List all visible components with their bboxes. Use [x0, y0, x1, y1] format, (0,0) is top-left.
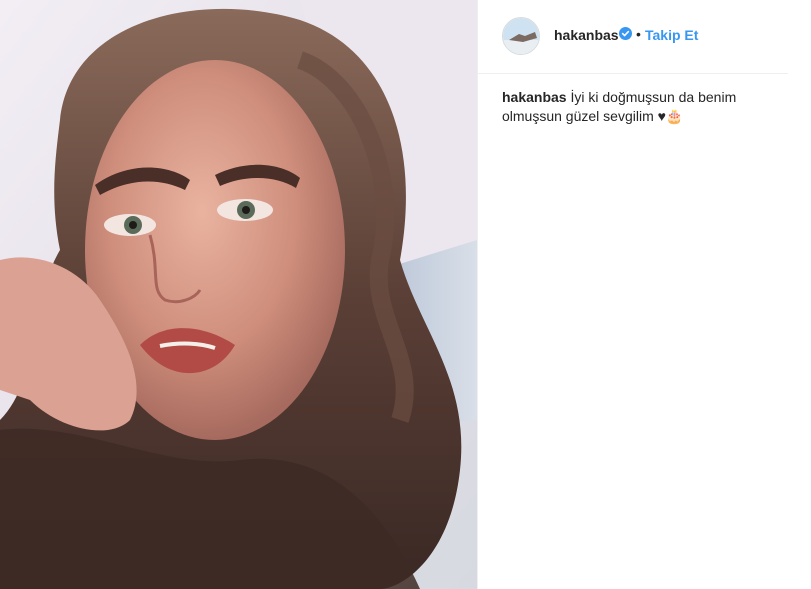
post-side-panel: hakanbas • Takip Et hakanbas İyi ki doğm… [477, 0, 811, 589]
post-caption: hakanbas İyi ki doğmuşsun da benim olmuş… [502, 88, 772, 126]
caption-username[interactable]: hakanbas [502, 89, 567, 105]
separator-dot: • [636, 26, 641, 42]
avatar[interactable] [502, 17, 540, 55]
post-header: hakanbas • Takip Et [478, 0, 788, 74]
follow-button[interactable]: Takip Et [645, 27, 698, 43]
verified-badge-icon [619, 27, 632, 40]
post-photo[interactable] [0, 0, 477, 589]
header-username[interactable]: hakanbas [554, 27, 619, 43]
